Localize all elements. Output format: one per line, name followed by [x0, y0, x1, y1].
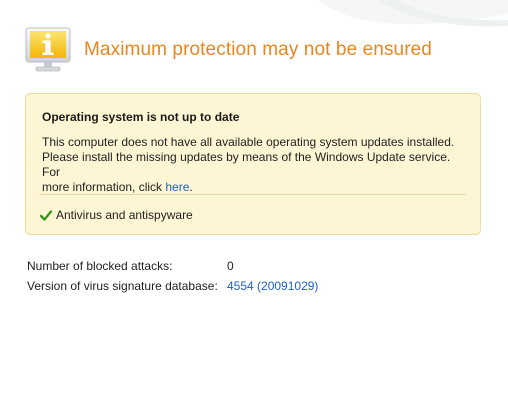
blocked-attacks-value: 0	[227, 259, 234, 273]
checkmark-icon	[40, 209, 52, 221]
notice-body-line-3: more information, click here.	[42, 180, 470, 195]
page-header: Maximum protection may not be ensured	[23, 26, 432, 74]
antivirus-status-row: Antivirus and antispyware	[40, 208, 193, 222]
notice-body-line-1: This computer does not have all availabl…	[42, 135, 455, 149]
signature-version-link[interactable]: 4554 (20091029)	[227, 278, 318, 298]
notice-body-line-2: Please install the missing updates by me…	[42, 150, 451, 179]
antivirus-status-label: Antivirus and antispyware	[56, 208, 193, 222]
more-info-link[interactable]: here	[165, 180, 189, 194]
blocked-attacks-label: Number of blocked attacks:	[27, 259, 173, 273]
signature-version-label: Version of virus signature database:	[27, 279, 218, 293]
notice-title: Operating system is not up to date	[42, 110, 240, 124]
warning-notice-panel: Operating system is not up to date This …	[25, 93, 481, 235]
notice-body-line-3-text: more information, click	[42, 180, 166, 194]
signature-version-row: Version of virus signature database: 455…	[27, 278, 318, 298]
blocked-attacks-row: Number of blocked attacks: 0	[27, 258, 318, 278]
statistics-section: Number of blocked attacks: 0 Version of …	[27, 258, 318, 298]
notice-body-period: .	[189, 180, 193, 194]
notice-divider	[40, 194, 466, 195]
info-warning-monitor-icon	[23, 26, 73, 74]
page-title: Maximum protection may not be ensured	[84, 39, 432, 60]
notice-body: This computer does not have all availabl…	[42, 135, 470, 195]
